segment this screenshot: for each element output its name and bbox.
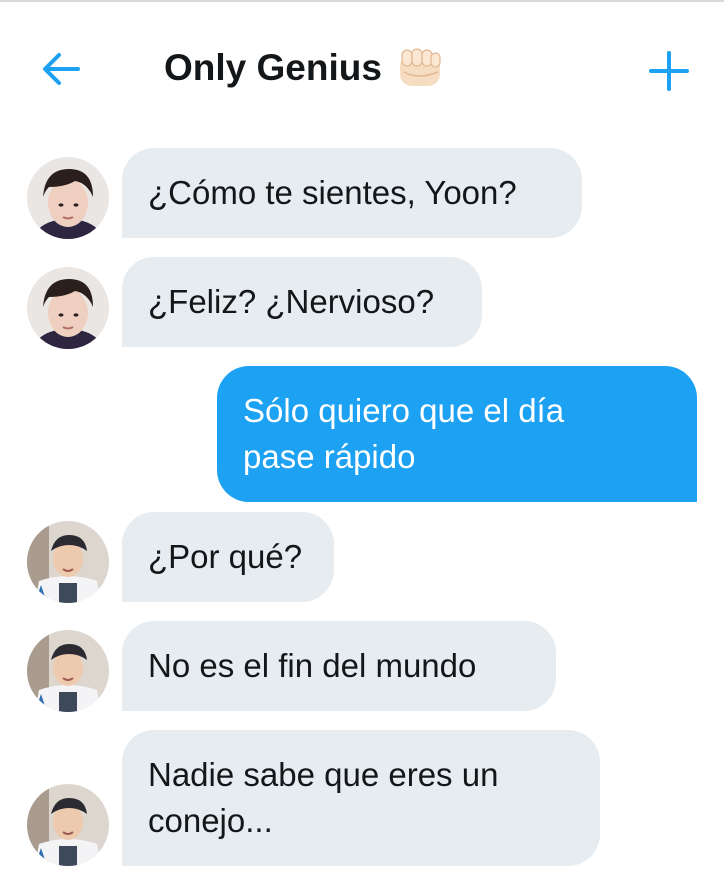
message-bubble-incoming[interactable]: Nadie sabe que eres un conejo...	[122, 730, 600, 866]
back-button[interactable]	[38, 46, 84, 92]
message-text: ¿Feliz? ¿Nervioso?	[148, 283, 435, 320]
arrow-left-icon	[43, 53, 80, 85]
message-text: Nadie sabe que eres un conejo...	[148, 756, 499, 839]
avatar-cap-tshirt	[27, 521, 109, 603]
chat-header: Only Genius	[0, 2, 724, 122]
avatar-cap-tshirt	[27, 630, 109, 712]
fist-bump-icon	[399, 48, 441, 86]
avatar-sender-4[interactable]	[27, 630, 109, 712]
message-bubble-incoming[interactable]: ¿Feliz? ¿Nervioso?	[122, 257, 482, 347]
message-text: No es el fin del mundo	[148, 647, 477, 684]
message-bubble-incoming[interactable]: No es el fin del mundo	[122, 621, 556, 711]
new-message-button[interactable]	[644, 46, 694, 96]
avatar-dark-hair	[27, 157, 109, 239]
avatar-sender-5[interactable]	[27, 784, 109, 866]
message-text: ¿Cómo te sientes, Yoon?	[148, 174, 517, 211]
message-bubble-incoming[interactable]: ¿Por qué?	[122, 512, 334, 602]
message-bubble-outgoing[interactable]: Sólo quiero que el día pase rápido	[217, 366, 697, 502]
avatar-sender-1[interactable]	[27, 157, 109, 239]
plus-icon	[649, 51, 689, 91]
avatar-cap-tshirt	[27, 784, 109, 866]
page-title: Only Genius	[164, 47, 382, 88]
message-bubble-incoming[interactable]: ¿Cómo te sientes, Yoon?	[122, 148, 582, 238]
chat-title[interactable]: Only Genius	[164, 40, 444, 96]
message-text: Sólo quiero que el día pase rápido	[243, 392, 565, 475]
avatar-sender-2[interactable]	[27, 267, 109, 349]
message-text: ¿Por qué?	[148, 538, 303, 575]
avatar-sender-3[interactable]	[27, 521, 109, 603]
avatar-dark-hair	[27, 267, 109, 349]
